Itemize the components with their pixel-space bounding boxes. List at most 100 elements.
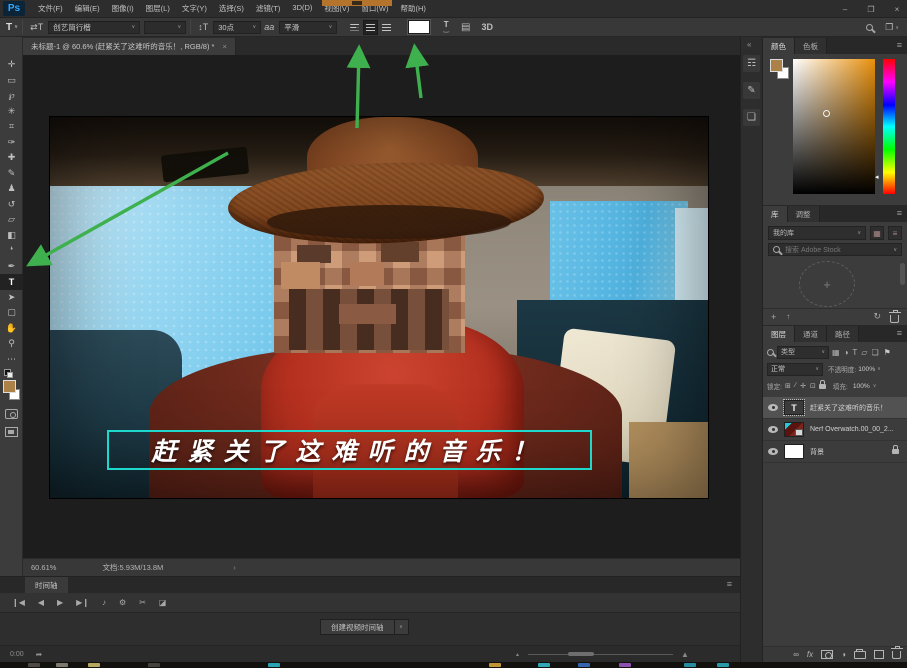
- taskbar-app-icon[interactable]: [88, 663, 100, 667]
- list-view-button[interactable]: ≡: [888, 226, 902, 240]
- sync-icon[interactable]: ↻: [873, 311, 881, 322]
- new-layer-icon[interactable]: [874, 650, 884, 659]
- filter-type-layers-icon[interactable]: T: [852, 348, 857, 357]
- lock-artboard-icon[interactable]: ⊡: [810, 382, 816, 390]
- warp-text-button[interactable]: T ‿: [443, 22, 449, 32]
- search-icon[interactable]: [866, 24, 873, 31]
- library-search-input[interactable]: 搜索 Adobe Stock ∨: [768, 243, 902, 256]
- tab-color[interactable]: 颜色: [763, 38, 795, 54]
- path-selection-tool[interactable]: ➤: [0, 290, 23, 306]
- 3d-button[interactable]: 3D: [481, 22, 493, 32]
- shape-tool[interactable]: ▢: [0, 305, 23, 321]
- edit-toolbar-button[interactable]: ⋯: [0, 352, 23, 368]
- audio-button[interactable]: ♪: [102, 598, 106, 607]
- toggle-panels-icon[interactable]: ▤: [461, 22, 470, 33]
- collapsed-paragraph-panel-icon[interactable]: ❏: [743, 109, 760, 126]
- tab-adjustments[interactable]: 调整: [788, 206, 820, 222]
- foreground-color-swatch[interactable]: [770, 59, 783, 72]
- layer-name[interactable]: 背景: [810, 447, 886, 457]
- fill-value[interactable]: 100%: [853, 383, 870, 390]
- timeline-settings-button[interactable]: ⚙: [119, 598, 126, 607]
- visibility-eye-icon[interactable]: [768, 404, 778, 411]
- visibility-eye-icon[interactable]: [768, 426, 778, 433]
- lock-all-icon[interactable]: [819, 384, 826, 389]
- blur-tool[interactable]: ❛: [0, 243, 23, 259]
- menu-item[interactable]: 图像(I): [107, 1, 139, 16]
- zoom-out-icon[interactable]: ▲: [515, 652, 520, 658]
- layer-row-text[interactable]: T 赶紧关了这难听的音乐！: [763, 397, 907, 419]
- text-orientation-icon[interactable]: ⇄T: [30, 22, 43, 33]
- next-frame-button[interactable]: ▶❙: [76, 598, 89, 607]
- taskbar-app-icon[interactable]: [538, 663, 550, 667]
- delete-icon[interactable]: [890, 315, 899, 323]
- screen-mode-button[interactable]: [5, 427, 18, 437]
- menu-item[interactable]: 滤镜(T): [251, 1, 286, 16]
- link-layers-icon[interactable]: ∞: [793, 650, 799, 659]
- close-tab-icon[interactable]: ×: [222, 42, 226, 51]
- transition-button[interactable]: ◪: [159, 598, 167, 607]
- blend-mode-select[interactable]: 正常 ∨: [767, 363, 823, 376]
- status-chevron-icon[interactable]: ›: [233, 563, 236, 572]
- tab-paths[interactable]: 路径: [827, 326, 859, 342]
- subtitle-text[interactable]: 赶紧关了这难听的音乐！: [151, 432, 547, 468]
- lasso-tool[interactable]: ℘: [0, 88, 23, 104]
- layer-style-icon[interactable]: fx: [807, 650, 813, 659]
- align-right-button[interactable]: [379, 20, 394, 35]
- taskbar-app-icon[interactable]: [148, 663, 160, 667]
- foreground-color-swatch[interactable]: [3, 380, 16, 393]
- taskbar-app-icon[interactable]: [56, 663, 68, 667]
- close-button[interactable]: ×: [891, 5, 903, 14]
- collapse-panels-icon[interactable]: «: [747, 40, 751, 49]
- collapsed-character-panel-icon[interactable]: ✎: [743, 82, 760, 99]
- taskbar-app-icon[interactable]: [28, 663, 40, 667]
- menu-item[interactable]: 选择(S): [214, 1, 249, 16]
- library-select[interactable]: 我的库 ∨: [768, 226, 866, 240]
- filter-shape-layers-icon[interactable]: ▱: [861, 348, 867, 357]
- document-tab[interactable]: 未标题-1 @ 60.6% (赶紧关了这难听的音乐！, RGB/8) * ×: [23, 38, 236, 55]
- lock-image-pixels-icon[interactable]: ∕: [795, 382, 796, 390]
- type-tool[interactable]: T: [0, 274, 23, 290]
- filter-pixel-layers-icon[interactable]: ▦: [832, 348, 840, 357]
- layer-row-background[interactable]: 背景: [763, 441, 907, 463]
- menu-item[interactable]: 文件(F): [33, 1, 68, 16]
- create-video-timeline-button[interactable]: 创建视频时间轴: [320, 619, 395, 635]
- pen-tool[interactable]: ✒: [0, 259, 23, 275]
- saturation-brightness-field[interactable]: [793, 59, 875, 194]
- tab-channels[interactable]: 通道: [795, 326, 827, 342]
- filter-adjustment-layers-icon[interactable]: ◑: [844, 348, 849, 357]
- menu-item[interactable]: 编辑(E): [70, 1, 105, 16]
- zoom-in-icon[interactable]: ▲: [681, 650, 689, 659]
- font-style-select[interactable]: ∨: [144, 21, 186, 34]
- panel-menu-icon[interactable]: ≡: [897, 328, 902, 338]
- move-tool[interactable]: ✛: [0, 57, 23, 73]
- upload-icon[interactable]: ↑: [786, 312, 790, 321]
- delete-layer-icon[interactable]: [892, 651, 901, 659]
- panel-menu-icon[interactable]: ≡: [727, 579, 732, 589]
- crop-tool[interactable]: ⌗: [0, 119, 23, 135]
- font-family-select[interactable]: 创艺简行楷 ∨: [48, 21, 140, 34]
- zoom-tool[interactable]: ⚲: [0, 336, 23, 352]
- chevron-down-icon[interactable]: ∨: [873, 383, 877, 389]
- new-group-icon[interactable]: [854, 651, 866, 659]
- zoom-level[interactable]: 60.61%: [31, 563, 56, 572]
- tab-layers[interactable]: 图层: [763, 326, 795, 342]
- chevron-down-icon[interactable]: ∨: [877, 366, 881, 372]
- hue-marker-icon[interactable]: ◂: [875, 173, 879, 181]
- slider-thumb[interactable]: [568, 652, 594, 656]
- play-button[interactable]: ▶: [57, 598, 63, 607]
- history-brush-tool[interactable]: ↺: [0, 197, 23, 213]
- gradient-tool[interactable]: ◧: [0, 228, 23, 244]
- marquee-tool[interactable]: ▭: [0, 73, 23, 89]
- scrollbar[interactable]: [900, 263, 905, 285]
- tab-swatches[interactable]: 色板: [795, 38, 827, 54]
- library-empty-drop-target[interactable]: +: [799, 261, 855, 307]
- render-video-icon[interactable]: ➦: [36, 650, 43, 659]
- taskbar-app-icon[interactable]: [717, 663, 729, 667]
- timeline-tab[interactable]: 时间轴: [25, 577, 68, 593]
- font-size-select[interactable]: 30点 ∨: [213, 21, 261, 34]
- collapsed-history-panel-icon[interactable]: ☶: [743, 55, 760, 72]
- lock-transparent-pixels-icon[interactable]: ⊞: [785, 382, 791, 390]
- create-timeline-dropdown[interactable]: ∨: [395, 619, 409, 635]
- filter-smart-objects-icon[interactable]: ❏: [871, 348, 878, 357]
- add-mask-icon[interactable]: [821, 650, 833, 659]
